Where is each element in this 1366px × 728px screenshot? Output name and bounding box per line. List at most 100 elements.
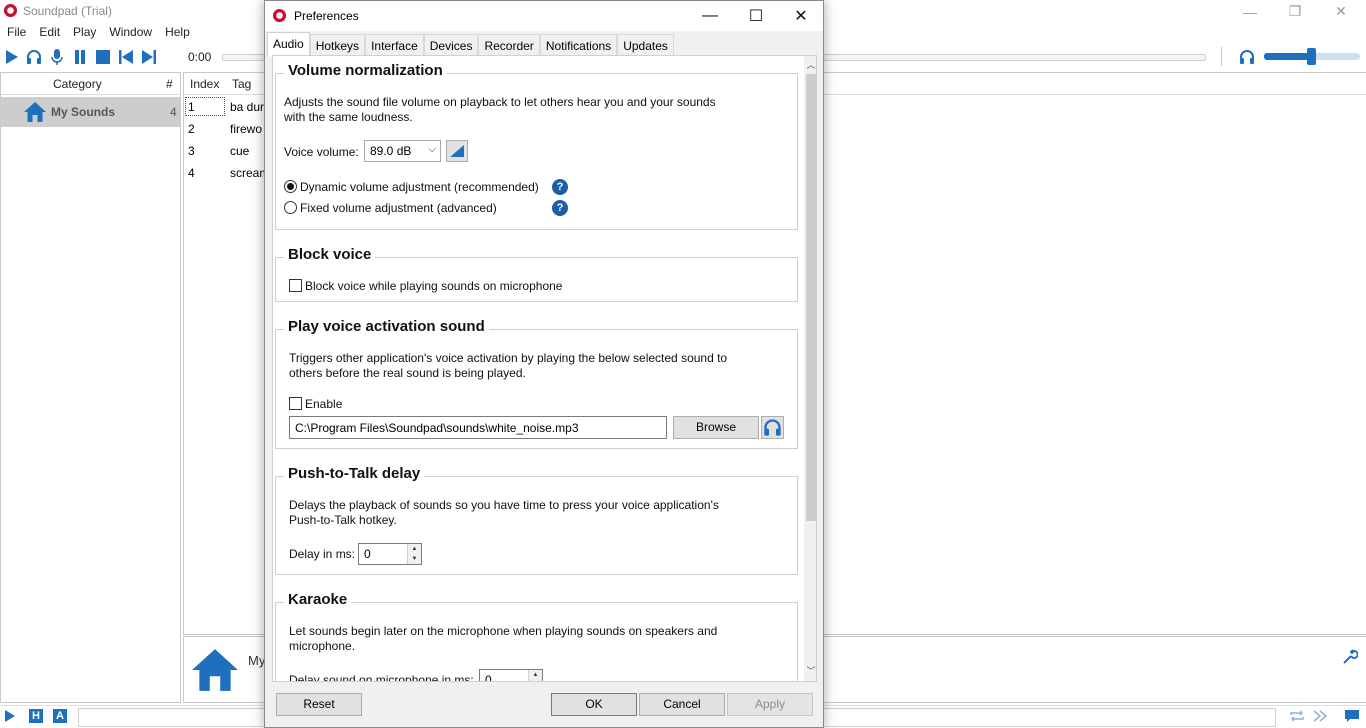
enable-checkbox[interactable] bbox=[289, 397, 302, 410]
app-minimize-button[interactable]: — bbox=[1227, 0, 1273, 23]
soundpad-logo-icon bbox=[272, 8, 287, 23]
enable-label[interactable]: Enable bbox=[305, 397, 342, 412]
voice-volume-value: 89.0 dB bbox=[370, 144, 412, 158]
index-column-header[interactable]: Index bbox=[190, 77, 219, 91]
group-title: Block voice bbox=[284, 246, 376, 263]
description-text: microphone. bbox=[289, 639, 356, 653]
block-voice-checkbox[interactable] bbox=[289, 279, 302, 292]
menu-file[interactable]: File bbox=[0, 23, 32, 43]
speaker-headphones-icon[interactable] bbox=[1238, 48, 1256, 66]
voice-volume-label: Voice volume: bbox=[284, 145, 359, 159]
forward-icon[interactable] bbox=[1312, 709, 1328, 723]
playback-time: 0:00 bbox=[188, 50, 212, 64]
karaoke-delay-label: Delay sound on microphone in ms: bbox=[289, 673, 474, 682]
tab-audio[interactable]: Audio bbox=[267, 32, 310, 57]
tab-updates[interactable]: Updates bbox=[617, 34, 674, 57]
soundpad-logo-icon bbox=[3, 3, 18, 18]
chevron-down-icon: ⌵ bbox=[428, 144, 436, 155]
menu-edit[interactable]: Edit bbox=[32, 23, 66, 43]
audio-tab-panel: Volume normalization Adjusts the sound f… bbox=[272, 55, 817, 682]
description-text: Push-to-Talk hotkey. bbox=[289, 513, 397, 527]
dialog-titlebar: Preferences — ☐ ✕ bbox=[265, 1, 823, 31]
app-title: Soundpad (Trial) bbox=[23, 4, 112, 18]
vertical-scrollbar[interactable]: ︿ ﹀ bbox=[804, 56, 816, 681]
description-text: Let sounds begin later on the microphone… bbox=[289, 624, 718, 638]
stepper-arrows[interactable]: ▲▼ bbox=[528, 670, 542, 681]
group-title: Volume normalization bbox=[284, 62, 447, 79]
menu-play[interactable]: Play bbox=[66, 23, 102, 43]
count-column-header[interactable]: # bbox=[166, 77, 173, 91]
dynamic-adjustment-radio[interactable] bbox=[284, 180, 297, 193]
description-text: Delays the playback of sounds so you hav… bbox=[289, 498, 719, 512]
sound-file-path-input[interactable]: C:\Program Files\Soundpad\sounds\white_n… bbox=[289, 416, 667, 439]
help-icon[interactable]: ? bbox=[552, 179, 568, 195]
cancel-button[interactable]: Cancel bbox=[639, 693, 725, 716]
pause-icon[interactable] bbox=[71, 48, 89, 66]
category-item-my-sounds[interactable]: My Sounds 4 bbox=[1, 97, 180, 127]
ptt-delay-stepper[interactable]: 0 ▲ ▼ bbox=[358, 543, 422, 565]
play-icon[interactable] bbox=[3, 48, 21, 66]
fixed-adjustment-radio[interactable] bbox=[284, 201, 297, 214]
sound-tag: ba dur bbox=[230, 100, 265, 114]
karaoke-group: Karaoke Let sounds begin later on the mi… bbox=[275, 591, 798, 682]
description-text: Triggers other application's voice activ… bbox=[289, 351, 728, 365]
category-panel: Category # My Sounds 4 bbox=[0, 72, 181, 703]
chat-icon[interactable] bbox=[1344, 709, 1360, 723]
dynamic-adjustment-label[interactable]: Dynamic volume adjustment (recommended) bbox=[300, 180, 539, 195]
tab-interface[interactable]: Interface bbox=[365, 34, 424, 57]
volume-slider-thumb[interactable] bbox=[1307, 48, 1316, 65]
stop-icon[interactable] bbox=[94, 48, 112, 66]
scrollbar-thumb[interactable] bbox=[806, 74, 816, 521]
wrench-icon[interactable] bbox=[1342, 647, 1358, 665]
voice-activation-group: Play voice activation sound Triggers oth… bbox=[275, 318, 798, 449]
previous-icon[interactable] bbox=[117, 48, 135, 66]
app-close-button[interactable]: ✕ bbox=[1318, 0, 1364, 23]
dialog-maximize-button[interactable]: ☐ bbox=[733, 1, 779, 31]
toolbar-separator bbox=[1221, 47, 1222, 66]
microphone-icon[interactable] bbox=[48, 48, 66, 66]
tab-notifications[interactable]: Notifications bbox=[539, 34, 618, 57]
dialog-close-button[interactable]: ✕ bbox=[778, 1, 824, 31]
hotkeys-toggle-button[interactable]: H bbox=[29, 709, 43, 723]
block-voice-label[interactable]: Block voice while playing sounds on micr… bbox=[305, 279, 562, 294]
sound-index: 2 bbox=[188, 122, 195, 136]
app-restore-button[interactable]: ❐ bbox=[1272, 0, 1318, 23]
group-title: Play voice activation sound bbox=[284, 318, 489, 335]
repeat-icon[interactable] bbox=[1289, 709, 1305, 723]
next-icon[interactable] bbox=[140, 48, 158, 66]
category-label: My Sounds bbox=[51, 105, 116, 119]
karaoke-delay-stepper[interactable]: 0 ▲▼ bbox=[479, 669, 543, 682]
stepper-arrows[interactable]: ▲▼ bbox=[407, 544, 421, 564]
apply-button[interactable]: Apply bbox=[727, 693, 813, 716]
category-column-header[interactable]: Category bbox=[53, 77, 102, 91]
auto-toggle-button[interactable]: A bbox=[53, 709, 67, 723]
tab-recorder[interactable]: Recorder bbox=[478, 34, 540, 57]
menu-help[interactable]: Help bbox=[158, 23, 196, 43]
reset-button[interactable]: Reset bbox=[276, 693, 362, 716]
push-to-talk-group: Push-to-Talk delay Delays the playback o… bbox=[275, 465, 798, 575]
scroll-down-icon[interactable]: ﹀ bbox=[806, 664, 816, 678]
ok-button[interactable]: OK bbox=[551, 693, 637, 716]
tab-devices[interactable]: Devices bbox=[423, 34, 479, 57]
headphones-icon[interactable] bbox=[25, 48, 43, 66]
dialog-minimize-button[interactable]: — bbox=[687, 1, 733, 31]
category-header: Category # bbox=[1, 73, 180, 95]
sound-tag: cue bbox=[230, 144, 250, 158]
fixed-adjustment-label[interactable]: Fixed volume adjustment (advanced) bbox=[300, 201, 497, 216]
volume-level-button[interactable] bbox=[446, 140, 468, 162]
ptt-delay-value: 0 bbox=[364, 547, 371, 561]
tag-column-header[interactable]: Tag bbox=[232, 77, 251, 91]
status-play-icon[interactable] bbox=[3, 709, 17, 723]
scroll-up-icon[interactable]: ︿ bbox=[806, 58, 816, 72]
preview-sound-button[interactable] bbox=[761, 416, 784, 439]
volume-level-icon bbox=[450, 145, 464, 157]
tab-hotkeys[interactable]: Hotkeys bbox=[309, 34, 366, 57]
preferences-dialog: Preferences — ☐ ✕ Audio Hotkeys Interfac… bbox=[264, 0, 824, 728]
voice-volume-select[interactable]: 89.0 dB ⌵ bbox=[364, 140, 441, 162]
sound-index: 1 bbox=[188, 100, 195, 114]
help-icon[interactable]: ? bbox=[552, 200, 568, 216]
description-text: Adjusts the sound file volume on playbac… bbox=[284, 95, 716, 109]
browse-button[interactable]: Browse bbox=[673, 416, 759, 439]
menu-window[interactable]: Window bbox=[102, 23, 158, 43]
karaoke-delay-value: 0 bbox=[485, 673, 492, 682]
